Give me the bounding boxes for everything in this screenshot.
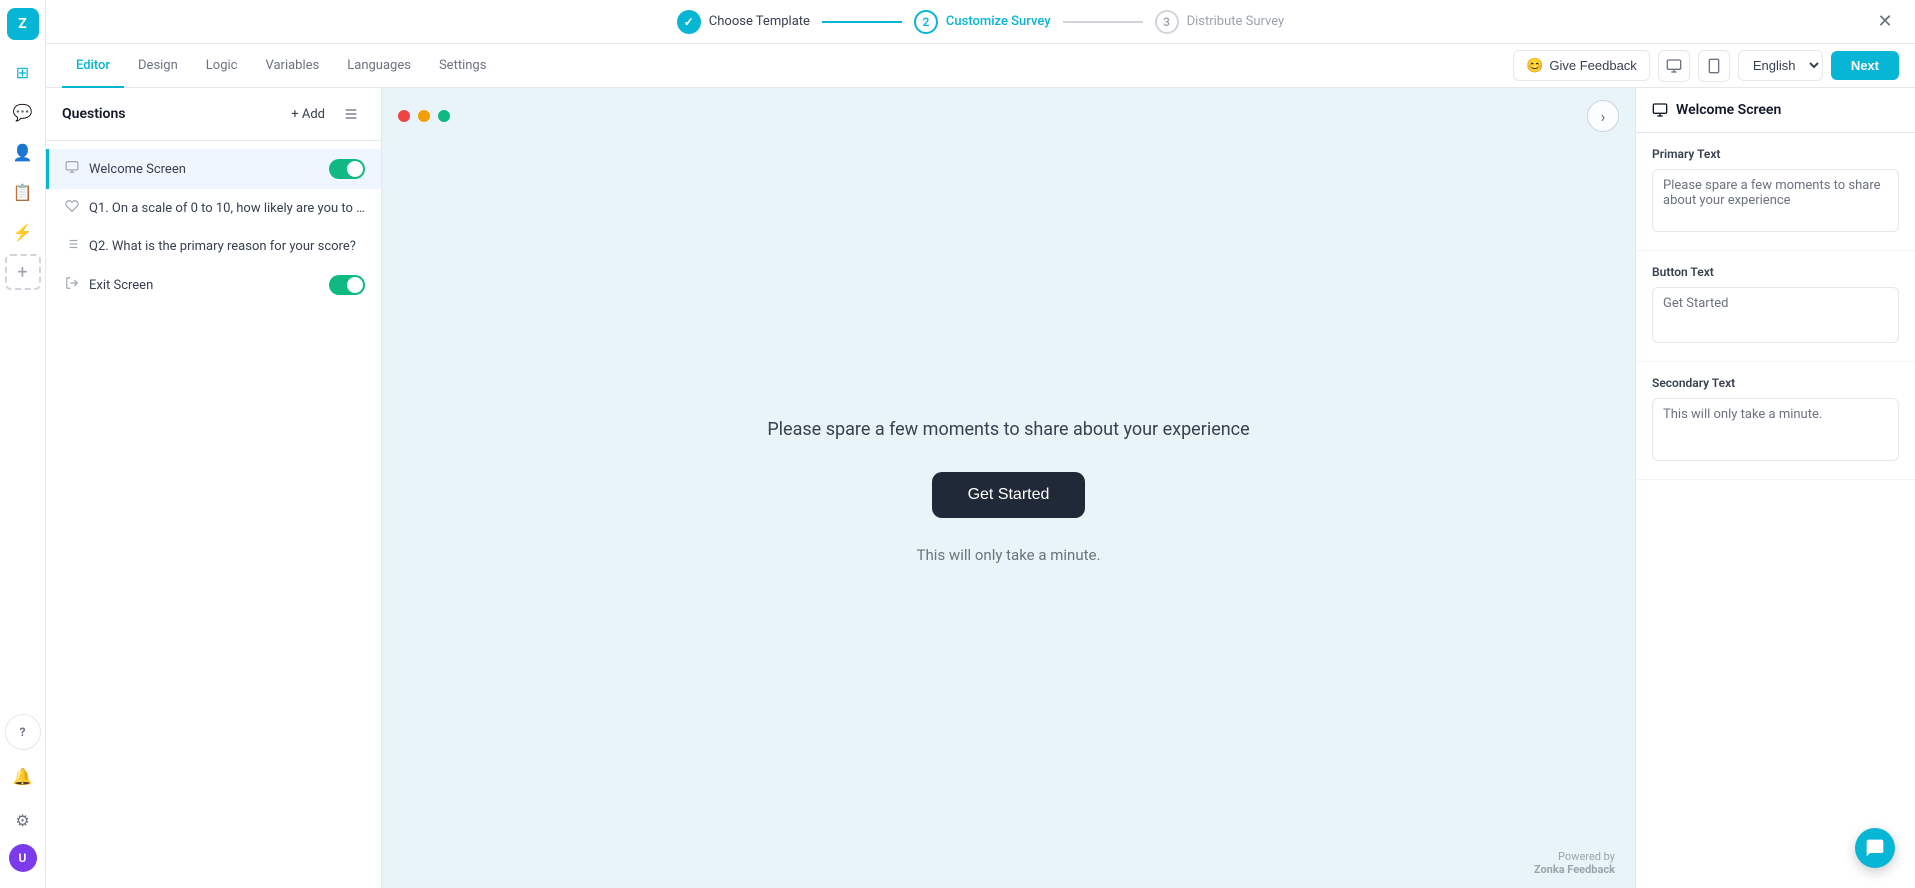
questions-list: Welcome Screen Q1. On a scale of 0 to 10… [46,141,381,888]
sidebar-item-notifications[interactable]: 🔔 [5,758,41,794]
add-question-button[interactable]: + Add [283,103,333,126]
step-label-3: Distribute Survey [1187,14,1285,29]
tab-editor[interactable]: Editor [62,44,124,88]
tab-variables[interactable]: Variables [251,44,333,88]
step-circle-2: 2 [914,10,938,34]
field-group-primary-text: Primary Text Please spare a few moments … [1636,133,1915,251]
toolbar-right: 😊 Give Feedback English Next [1513,50,1899,82]
step-line-2 [1063,21,1143,23]
field-label-button-text: Button Text [1652,265,1899,279]
preview-get-started-button[interactable]: Get Started [932,472,1086,518]
question-icon-q2 [65,237,79,255]
question-label-q2: Q2. What is the primary reason for your … [89,239,365,254]
preview-next-button[interactable]: › [1587,100,1619,132]
feedback-label: Give Feedback [1549,58,1636,73]
questions-panel: Questions + Add [46,88,382,888]
question-label-welcome-screen: Welcome Screen [89,162,319,177]
wizard-right: ✕ [1871,8,1899,36]
chat-bubble[interactable] [1855,828,1895,868]
secondary-text-input[interactable]: This will only take a minute. [1652,398,1899,461]
question-icon-q1 [65,199,79,217]
field-label-primary-text: Primary Text [1652,147,1899,161]
tab-settings[interactable]: Settings [425,44,500,88]
questions-title: Questions [62,106,125,122]
sidebar-item-add[interactable]: + [5,254,41,290]
step-circle-3: 3 [1155,10,1179,34]
preview-mobile-button[interactable] [1698,50,1730,82]
field-label-secondary-text: Secondary Text [1652,376,1899,390]
sidebar-item-help[interactable]: ? [5,714,41,750]
left-sidebar: Z ⊞ 💬 👤 📋 ⚡ + ? 🔔 ⚙ U [0,0,46,888]
reorder-button[interactable] [337,100,365,128]
preview-secondary-text: This will only take a minute. [917,546,1101,564]
dot-green [438,110,450,122]
sidebar-item-users[interactable]: 👤 [5,134,41,170]
right-panel: Welcome Screen Primary Text Please spare… [1635,88,1915,888]
wizard-step-customize-survey[interactable]: 2 Customize Survey [914,10,1051,34]
logo[interactable]: Z [7,8,39,40]
step-line-1 [822,21,902,23]
preview-area: › Please spare a few moments to share ab… [382,88,1635,888]
step-label-1: Choose Template [709,14,810,29]
dot-red [398,110,410,122]
question-item-q1[interactable]: Q1. On a scale of 0 to 10, how likely ar… [46,189,381,227]
right-panel-title: Welcome Screen [1676,102,1781,118]
button-text-input[interactable]: Get Started [1652,287,1899,343]
toggle-exit-screen[interactable] [329,275,365,295]
next-button[interactable]: Next [1831,51,1899,80]
questions-header: Questions + Add [46,88,381,141]
preview-toolbar: › [382,88,1635,144]
toggle-welcome-screen[interactable] [329,159,365,179]
welcome-screen-header-icon [1652,102,1668,118]
language-select[interactable]: English [1738,50,1823,81]
dot-yellow [418,110,430,122]
question-item-welcome-screen[interactable]: Welcome Screen [46,149,381,189]
sidebar-item-surveys[interactable]: 📋 [5,174,41,210]
toolbar-tabs: Editor Design Logic Variables Languages … [62,44,500,87]
main-wrapper: ✓ Choose Template 2 Customize Survey 3 D… [46,0,1915,888]
wizard-steps: ✓ Choose Template 2 Customize Survey 3 D… [677,10,1284,34]
right-panel-header: Welcome Screen [1636,88,1915,133]
give-feedback-button[interactable]: 😊 Give Feedback [1513,50,1650,81]
sidebar-item-messages[interactable]: 💬 [5,94,41,130]
preview-desktop-button[interactable] [1658,50,1690,82]
preview-dots [398,110,450,122]
powered-by-text: Powered byZonka Feedback [1534,850,1615,876]
wizard-step-choose-template[interactable]: ✓ Choose Template [677,10,810,34]
sidebar-item-analytics[interactable]: ⚡ [5,214,41,250]
question-item-exit-screen[interactable]: Exit Screen [46,265,381,305]
body-area: Questions + Add [46,88,1915,888]
field-group-button-text: Button Text Get Started [1636,251,1915,362]
wizard-step-distribute-survey[interactable]: 3 Distribute Survey [1155,10,1285,34]
question-label-q1: Q1. On a scale of 0 to 10, how likely ar… [89,201,365,216]
question-icon-exit [65,276,79,294]
preview-primary-text: Please spare a few moments to share abou… [767,419,1249,440]
sidebar-item-home[interactable]: ⊞ [5,54,41,90]
preview-footer: Powered byZonka Feedback [382,838,1635,888]
tab-logic[interactable]: Logic [192,44,252,88]
close-button[interactable]: ✕ [1871,8,1899,36]
toolbar: Editor Design Logic Variables Languages … [46,44,1915,88]
user-avatar[interactable]: U [9,844,37,872]
preview-content: Please spare a few moments to share abou… [382,144,1635,838]
primary-text-input[interactable]: Please spare a few moments to share abou… [1652,169,1899,232]
sidebar-item-settings[interactable]: ⚙ [5,802,41,838]
tab-languages[interactable]: Languages [333,44,425,88]
wizard-bar: ✓ Choose Template 2 Customize Survey 3 D… [46,0,1915,44]
question-item-q2[interactable]: Q2. What is the primary reason for your … [46,227,381,265]
step-circle-1: ✓ [677,10,701,34]
step-label-2: Customize Survey [946,14,1051,29]
field-group-secondary-text: Secondary Text This will only take a min… [1636,362,1915,480]
feedback-icon: 😊 [1526,57,1543,74]
question-label-exit-screen: Exit Screen [89,278,319,293]
question-icon-welcome [65,160,79,178]
tab-design[interactable]: Design [124,44,192,88]
